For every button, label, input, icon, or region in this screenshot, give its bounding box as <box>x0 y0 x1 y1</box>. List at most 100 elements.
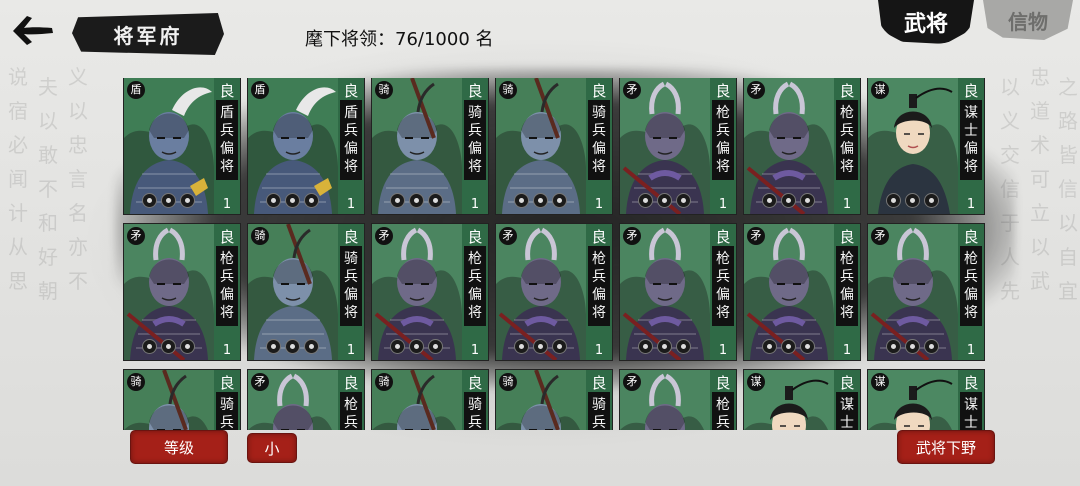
quality-grade: 良 <box>467 228 483 246</box>
star-slots <box>142 339 195 354</box>
general-card[interactable]: 矛良枪兵偏将1 <box>124 224 240 360</box>
troop-type-badge: 矛 <box>623 227 641 245</box>
general-card[interactable]: 谋良谋士偏将1 <box>868 78 984 214</box>
troop-type-badge: 骑 <box>375 81 393 99</box>
general-card[interactable]: 矛良枪兵偏将1 <box>868 224 984 360</box>
star-slot-icon <box>409 193 424 208</box>
star-slot-icon <box>552 193 567 208</box>
general-rank-title: 枪兵偏将 <box>588 246 610 326</box>
general-card[interactable]: 矛良枪兵偏将1 <box>248 370 364 430</box>
general-rank-title: 骑兵偏将 <box>464 100 486 180</box>
quality-grade: 良 <box>963 228 979 246</box>
quality-grade: 良 <box>839 228 855 246</box>
star-slots <box>266 339 319 354</box>
star-slot-icon <box>533 339 548 354</box>
quality-grade: 良 <box>839 374 855 392</box>
troop-type-badge: 骑 <box>499 81 517 99</box>
general-level: 1 <box>718 343 728 358</box>
general-level: 1 <box>594 343 604 358</box>
general-card[interactable]: 谋良谋士偏将1 <box>868 370 984 430</box>
quality-grade: 良 <box>219 374 235 392</box>
general-rank-title: 枪兵偏将 <box>712 392 734 430</box>
general-card[interactable]: 骑良骑兵偏将1 <box>372 370 488 430</box>
star-slots <box>514 193 567 208</box>
general-rank-title: 骑兵偏将 <box>588 100 610 180</box>
star-slots <box>638 193 691 208</box>
general-card[interactable]: 骑良骑兵偏将1 <box>496 370 612 430</box>
quality-grade: 良 <box>467 374 483 392</box>
star-slots <box>390 339 443 354</box>
quality-grade: 良 <box>715 374 731 392</box>
star-slot-icon <box>180 339 195 354</box>
general-rank-title: 枪兵偏将 <box>712 246 734 326</box>
general-card[interactable]: 矛良枪兵偏将1 <box>496 224 612 360</box>
star-slot-icon <box>762 193 777 208</box>
troop-type-badge: 盾 <box>127 81 145 99</box>
troop-type-badge: 骑 <box>127 373 145 391</box>
dismiss-general-button[interactable]: 武将下野 <box>898 431 994 463</box>
back-button[interactable] <box>10 10 56 50</box>
troop-type-badge: 矛 <box>375 227 393 245</box>
quality-grade: 良 <box>467 82 483 100</box>
star-slot-icon <box>142 193 157 208</box>
page-title: 将军府 <box>113 23 183 48</box>
sort-order-button[interactable]: 小 <box>248 434 296 462</box>
general-level: 1 <box>346 343 356 358</box>
general-level: 1 <box>222 197 232 212</box>
general-card[interactable]: 矛良枪兵偏将1 <box>620 370 736 430</box>
general-card-grid[interactable]: 盾良盾兵偏将 1 盾良盾兵偏将 1 骑良骑兵偏将 1 骑良骑兵偏将 1 矛良枪兵偏将 1 矛良枪兵偏… <box>120 78 985 430</box>
general-card[interactable]: 骑良骑兵偏将1 <box>124 370 240 430</box>
star-slot-icon <box>762 339 777 354</box>
background-calligraphy: 夫以敢不和好朝 <box>38 75 58 303</box>
troop-type-badge: 谋 <box>871 81 889 99</box>
background-calligraphy: 忠道术可立以武 <box>1030 65 1050 293</box>
star-slot-icon <box>676 339 691 354</box>
general-rank-title: 枪兵偏将 <box>960 246 982 326</box>
star-slot-icon <box>533 193 548 208</box>
star-slot-icon <box>638 193 653 208</box>
star-slot-icon <box>285 339 300 354</box>
general-card[interactable]: 矛良枪兵偏将1 <box>744 78 860 214</box>
star-slot-icon <box>285 193 300 208</box>
general-card[interactable]: 矛良枪兵偏将1 <box>620 78 736 214</box>
general-card[interactable]: 骑 良骑兵偏将 1 <box>372 78 488 214</box>
general-card[interactable]: 矛良枪兵偏将1 <box>744 224 860 360</box>
troop-type-badge: 矛 <box>623 81 641 99</box>
general-card[interactable]: 谋良谋士偏将1 <box>744 370 860 430</box>
general-rank-title: 谋士偏将 <box>960 100 982 180</box>
general-rank-title: 盾兵偏将 <box>340 100 362 180</box>
quality-grade: 良 <box>343 82 359 100</box>
general-card[interactable]: 盾 良盾兵偏将 1 <box>124 78 240 214</box>
troop-type-badge: 盾 <box>251 81 269 99</box>
star-slot-icon <box>781 193 796 208</box>
star-slot-icon <box>514 193 529 208</box>
background-calligraphy: 义以忠言名亦不 <box>68 65 88 293</box>
star-slot-icon <box>905 193 920 208</box>
general-card[interactable]: 矛良枪兵偏将1 <box>620 224 736 360</box>
star-slot-icon <box>409 339 424 354</box>
general-count: 麾下将领：76/1000 名 <box>305 29 494 50</box>
general-rank-title: 枪兵偏将 <box>340 392 362 430</box>
general-level: 1 <box>842 343 852 358</box>
general-card[interactable]: 矛良枪兵偏将1 <box>372 224 488 360</box>
general-rank-title: 枪兵偏将 <box>216 246 238 326</box>
star-slot-icon <box>676 193 691 208</box>
troop-type-badge: 谋 <box>747 373 765 391</box>
general-card[interactable]: 盾 良盾兵偏将 1 <box>248 78 364 214</box>
general-card[interactable]: 骑良骑兵偏将1 <box>496 78 612 214</box>
general-level: 1 <box>470 197 480 212</box>
star-slot-icon <box>266 339 281 354</box>
general-rank-title: 谋士偏将 <box>960 392 982 430</box>
general-card[interactable]: 骑良骑兵偏将1 <box>248 224 364 360</box>
quality-grade: 良 <box>343 228 359 246</box>
sort-by-level-button[interactable]: 等级 <box>131 431 227 463</box>
general-level: 1 <box>718 197 728 212</box>
star-slot-icon <box>161 193 176 208</box>
quality-grade: 良 <box>219 82 235 100</box>
troop-type-badge: 矛 <box>871 227 889 245</box>
title-plate: 将军府 <box>72 13 224 55</box>
quality-grade: 良 <box>963 374 979 392</box>
troop-type-badge: 骑 <box>251 227 269 245</box>
star-slot-icon <box>304 193 319 208</box>
background-calligraphy: 之路皆信以自宜 <box>1058 75 1078 303</box>
